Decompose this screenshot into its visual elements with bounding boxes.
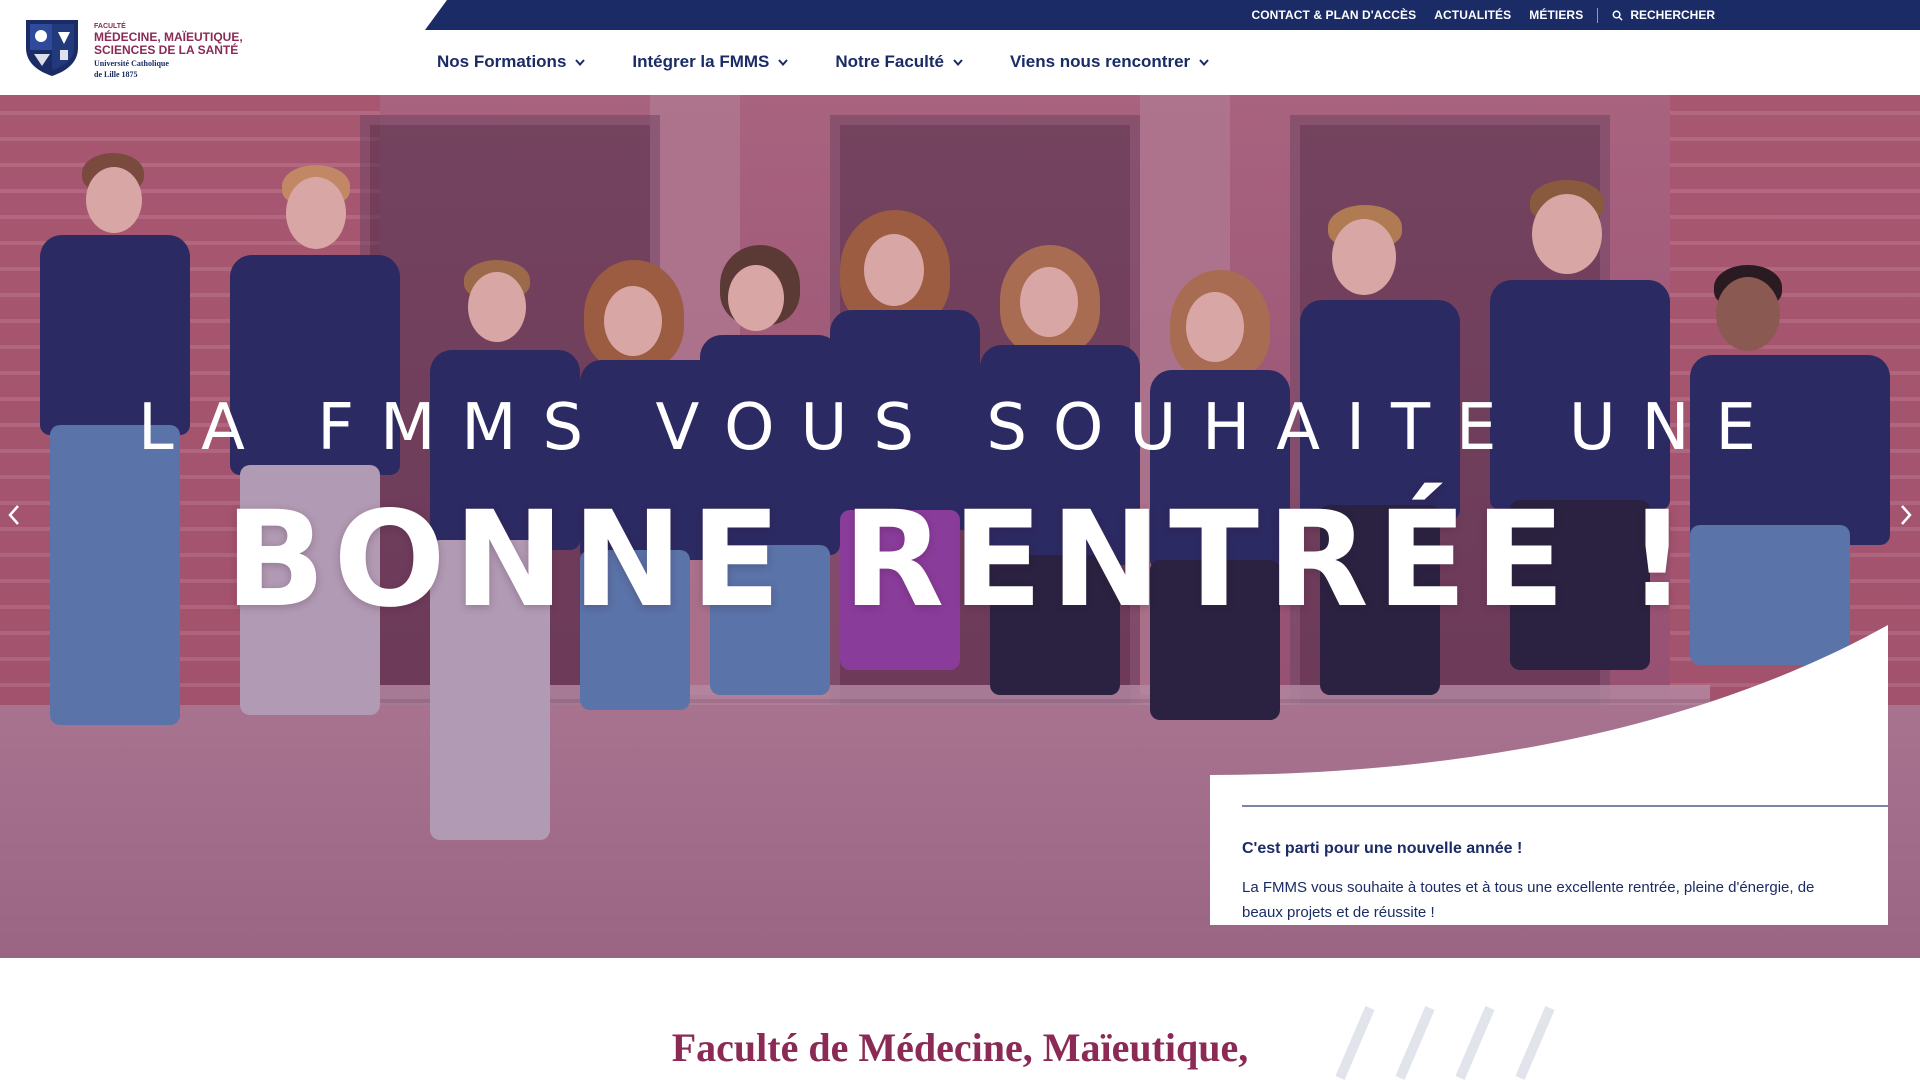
hero-slider: LA FMMS VOUS SOUHAITE UNE BONNE RENTRÉE …	[0, 95, 1920, 958]
section-heading: Faculté de Médecine, Maïeutique,	[671, 1025, 1249, 1070]
site-logo[interactable]: FACULTÉ MÉDECINE, MAÏEUTIQUE, SCIENCES D…	[20, 14, 243, 79]
nav-item-formations[interactable]: Nos Formations	[437, 52, 586, 72]
search-label: RECHERCHER	[1630, 8, 1715, 22]
logo-line2: SCIENCES DE LA SANTÉ	[94, 43, 239, 57]
nav-item-label: Intégrer la FMMS	[632, 52, 770, 71]
top-utility-bar: CONTACT & PLAN D'ACCÈS ACTUALITÉS MÉTIER…	[425, 0, 1920, 30]
topbar-divider	[1597, 7, 1599, 23]
arrow-left-icon[interactable]	[4, 500, 24, 530]
crest-logo-icon	[26, 20, 78, 76]
topbar-link-metiers[interactable]: MÉTIERS	[1529, 8, 1583, 22]
card-divider	[1242, 805, 1888, 807]
hero-title: BONNE RENTRÉE !	[224, 483, 1696, 637]
hero-subtitle: LA FMMS VOUS SOUHAITE UNE	[138, 391, 1782, 465]
logo-text: FACULTÉ MÉDECINE, MAÏEUTIQUE, SCIENCES D…	[94, 23, 243, 79]
card-text: La FMMS vous souhaite à toutes et à tous…	[1242, 879, 1815, 921]
chevron-down-icon	[575, 58, 586, 66]
nav-item-rencontrer[interactable]: Viens nous rencontrer	[1010, 52, 1209, 72]
topbar-link-contact[interactable]: CONTACT & PLAN D'ACCÈS	[1251, 8, 1416, 22]
main-nav: Nos Formations Intégrer la FMMS Notre Fa…	[437, 52, 1256, 72]
card-title: C'est parti pour une nouvelle année !	[1242, 840, 1523, 857]
page: FACULTÉ MÉDECINE, MAÏEUTIQUE, SCIENCES D…	[0, 0, 1920, 1080]
hero-info-card: C'est parti pour une nouvelle année ! La…	[1210, 625, 1888, 925]
intro-section: Faculté de Médecine, Maïeutique,	[0, 958, 1920, 1080]
chevron-down-icon	[778, 58, 789, 66]
nav-item-integrer[interactable]: Intégrer la FMMS	[632, 52, 789, 72]
nav-item-faculte[interactable]: Notre Faculté	[835, 52, 963, 72]
nav-item-label: Notre Faculté	[835, 52, 945, 71]
topbar-link-actualites[interactable]: ACTUALITÉS	[1434, 8, 1511, 22]
search-button[interactable]: RECHERCHER	[1612, 8, 1715, 22]
logo-line3: Université Catholique	[94, 59, 169, 68]
search-icon	[1612, 10, 1623, 21]
arrow-right-icon[interactable]	[1896, 500, 1916, 530]
nav-item-label: Viens nous rencontrer	[1010, 52, 1191, 71]
chevron-down-icon	[953, 58, 963, 66]
nav-item-label: Nos Formations	[437, 52, 567, 71]
site-header: FACULTÉ MÉDECINE, MAÏEUTIQUE, SCIENCES D…	[0, 0, 1920, 95]
logo-line4: de Lille 1875	[94, 70, 138, 79]
chevron-down-icon	[1199, 58, 1209, 66]
